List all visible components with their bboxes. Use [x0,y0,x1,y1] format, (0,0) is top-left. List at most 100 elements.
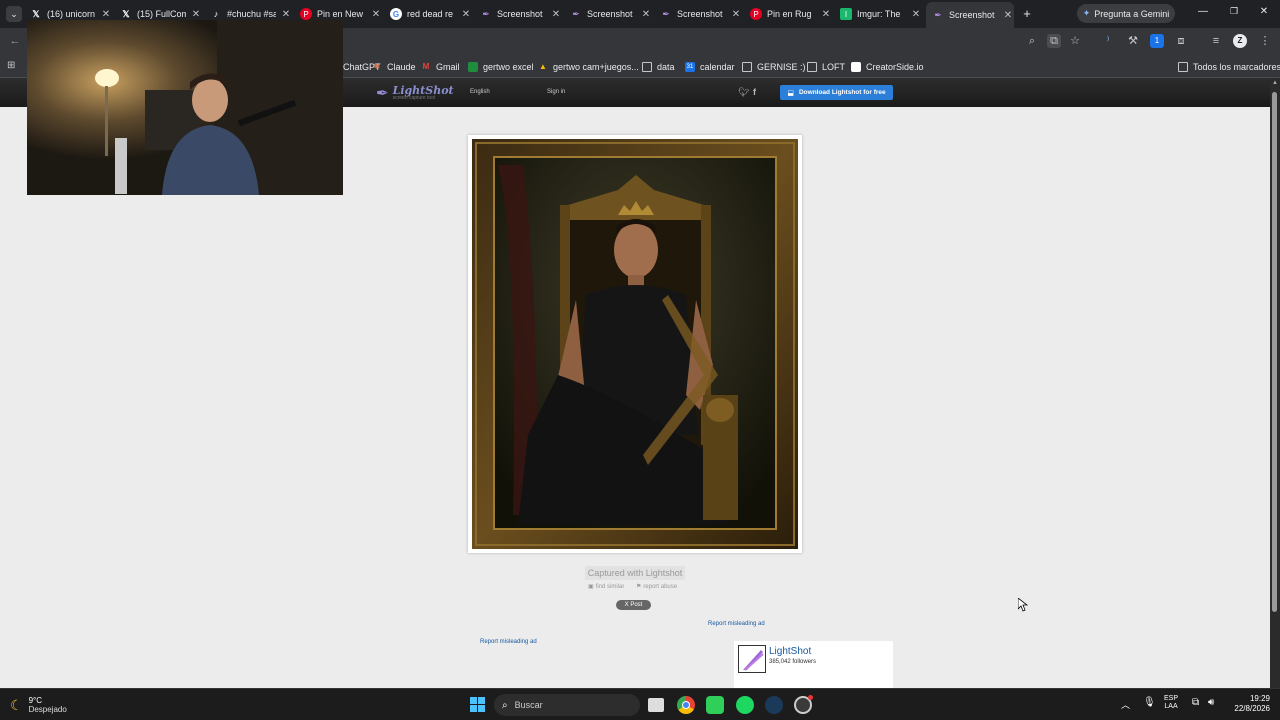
webcam-overlay [27,20,343,195]
gemini-button[interactable]: ✦ Pregunta a Gemini [1077,4,1175,23]
extension-icon[interactable]: ⚒ [1126,34,1140,48]
tab-title: red dead re [407,9,454,19]
taskbar-search[interactable]: ⌕ Buscar [494,694,640,716]
apps-grid-icon[interactable]: ⊞ [7,60,19,72]
install-app-icon[interactable]: ⧉ [1047,34,1061,48]
menu-icon[interactable]: ⋮ [1258,34,1272,48]
lightshot-icon: ✒ [572,8,580,19]
new-tab-button[interactable]: + [1020,7,1034,21]
language-selector[interactable]: English [470,89,490,95]
tab-5[interactable]: G red dead re ✕ [390,4,472,24]
task-view-icon[interactable] [648,698,664,712]
extension-icon[interactable]: 1 [1150,34,1164,48]
zoom-icon[interactable]: ⌕ [1025,34,1039,48]
close-icon[interactable]: ✕ [1002,10,1014,21]
tab-title: Screenshot [587,9,633,19]
download-label: Download Lightshot for free [798,89,886,96]
pinterest-icon: P [750,8,762,20]
close-icon[interactable]: ✕ [460,9,472,20]
tab-title: Pin en Rug [767,9,812,19]
steam-icon[interactable] [765,696,783,714]
download-button[interactable]: ⬓ Download Lightshot for free [780,85,893,100]
maximize-button[interactable]: ❐ [1226,6,1242,17]
start-button[interactable] [470,697,485,712]
tab-11-active[interactable]: ✒ Screenshot ✕ [926,2,1014,28]
tab-title: Screenshot [677,9,723,19]
x-post-button[interactable]: X Post [616,600,651,610]
page-scrollbar[interactable]: ▲ [1270,78,1280,688]
bookmark-loft[interactable]: LOFT [807,60,845,74]
close-icon[interactable]: ✕ [280,9,292,20]
bookmark-label: Todos los marcadores [1193,62,1280,72]
tab-9[interactable]: P Pin en Rug ✕ [750,4,832,24]
report-abuse-link[interactable]: ⚑ report abuse [636,583,677,591]
lightshot-icon: ✒ [482,8,490,19]
tab-title: Screenshot [497,9,543,19]
language-indicator[interactable]: ESP LAA [1164,695,1178,712]
close-icon[interactable]: ✕ [820,9,832,20]
report-ad-link-left[interactable]: Report misleading ad [480,639,537,645]
close-window-button[interactable]: ✕ [1256,6,1272,17]
find-similar-label: find similar [595,583,625,590]
close-icon[interactable]: ✕ [370,9,382,20]
screenshot-image[interactable] [468,135,802,553]
game-app-icon[interactable] [706,696,724,714]
clock-date: 22/8/2026 [1234,704,1270,714]
all-bookmarks[interactable]: Todos los marcadores [1178,60,1280,74]
tab-6[interactable]: ✒ Screenshot ✕ [480,4,562,24]
recording-dot [808,695,813,700]
report-ad-link-right[interactable]: Report misleading ad [708,621,765,627]
bookmark-gertwo-cam[interactable]: ▲ gertwo cam+juegos... [538,60,639,74]
lightshot-follow-widget[interactable]: LightShot 385,042 followers [734,641,893,688]
star-icon[interactable]: ☆ [1068,34,1082,48]
tray-chevron-icon[interactable]: ︿ [1121,698,1130,711]
close-icon[interactable]: ✕ [190,9,202,20]
back-arrow-icon[interactable]: ← [8,35,22,47]
find-similar-link[interactable]: ▣ find similar [588,583,625,591]
chrome-icon[interactable] [677,696,695,714]
bookmark-data[interactable]: data [642,60,675,74]
tab-title: Screenshot [949,10,995,20]
lightshot-icon: ✒ [934,9,942,20]
reading-list-icon[interactable]: ≡ [1209,34,1223,48]
minimize-button[interactable]: — [1195,6,1211,17]
twitter-icon[interactable]: 🐦︎ [738,87,749,98]
scrollbar-thumb[interactable] [1272,92,1277,612]
volume-icon[interactable]: 🔊︎ [1208,697,1214,708]
close-icon[interactable]: ✕ [730,9,742,20]
weather-widget[interactable]: ☾ 9°C Despejado [10,693,67,717]
bookmark-label: Gmail [436,62,460,72]
bookmark-gertwo-excel[interactable]: gertwo excel [468,60,534,74]
close-icon[interactable]: ✕ [100,9,112,20]
microphone-icon[interactable]: 🎙︎ [1143,697,1156,708]
bookmark-gmail[interactable]: M Gmail [421,60,460,74]
scroll-up-arrow[interactable]: ▲ [1271,80,1279,86]
clock-time: 19:29 [1249,694,1270,703]
bookmark-calendar[interactable]: 31 calendar [685,60,735,74]
bookmark-claude[interactable]: ✱ Claude [372,60,416,74]
profile-avatar[interactable]: Z [1233,34,1247,48]
close-icon[interactable]: ✕ [550,9,562,20]
tab-7[interactable]: ✒ Screenshot ✕ [570,4,652,24]
facebook-icon[interactable]: f [753,87,756,97]
portrait-painting [472,139,798,549]
tab-8[interactable]: ✒ Screenshot ✕ [660,4,742,24]
tab-search-button[interactable]: ⌄ [6,6,22,22]
lightshot-logo[interactable]: ✒ LightShot screen capture tool [376,83,454,103]
close-icon[interactable]: ✕ [910,9,922,20]
clock[interactable]: 19:29 22/8/2026 [1226,694,1270,715]
tab-title: Imgur: The [857,9,901,19]
folder-icon [807,62,817,72]
puzzle-icon[interactable]: ⧈ [1174,34,1188,48]
spotify-icon[interactable] [736,696,754,714]
bookmark-creatorside[interactable]: CreatorSide.io [851,60,924,74]
extension-icon[interactable]: ⁾ [1101,34,1115,48]
close-icon[interactable]: ✕ [640,9,652,20]
bookmark-gernise[interactable]: GERNISE :) [742,60,806,74]
sign-in-link[interactable]: Sign in [547,89,565,95]
x-icon: 𝕏 [32,8,40,19]
tab-10[interactable]: I Imgur: The ✕ [840,4,922,24]
x-icon: 𝕏 [122,8,130,19]
network-icon[interactable]: ⧉ [1192,697,1199,708]
address-bar[interactable] [350,32,1090,52]
